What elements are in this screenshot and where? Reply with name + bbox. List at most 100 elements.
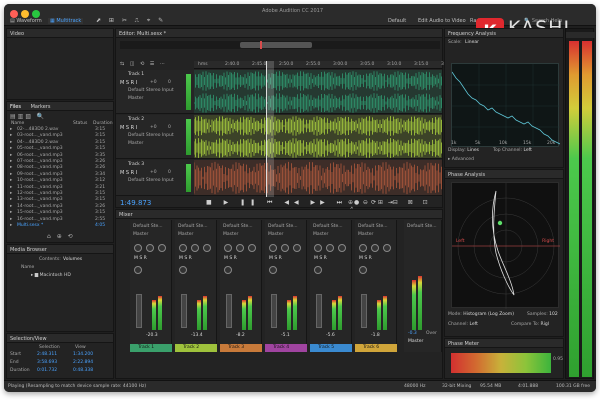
strip-mute-solo[interactable]: M S R (269, 256, 282, 261)
fader-handle[interactable] (316, 294, 322, 328)
pan-knob-icon[interactable] (314, 266, 322, 274)
col-name[interactable]: Name (11, 121, 24, 126)
col-duration[interactable]: Duration (93, 121, 113, 126)
track-pan[interactable]: 0 (168, 170, 171, 175)
effect-knob-icon[interactable] (203, 244, 211, 252)
file-row[interactable]: ▸ 15-root..._vand.mp3 3:15 (7, 210, 113, 216)
effect-knob-icon[interactable] (338, 244, 346, 252)
strip-input[interactable]: Default Ste... (133, 224, 163, 229)
strip-output[interactable]: Master (313, 232, 328, 237)
effect-knob-icon[interactable] (179, 244, 187, 252)
track-name[interactable]: Track 1 (128, 72, 144, 77)
effect-knob-icon[interactable] (158, 244, 166, 252)
file-row[interactable]: ▸ Multi.sesx * 4:05 (7, 223, 113, 229)
track-input[interactable]: Default Stereo Input (128, 133, 174, 138)
mixer-tab[interactable]: Mixer (116, 210, 442, 219)
advanced-toggle[interactable]: ▸ Advanced (448, 157, 474, 162)
strip-output[interactable]: Master (178, 232, 193, 237)
track-mute-solo-record[interactable]: M S R I (120, 125, 137, 131)
track-volume[interactable]: +0 (150, 170, 157, 175)
track-clip-3[interactable] (194, 160, 442, 196)
effect-knob-icon[interactable] (248, 244, 256, 252)
workspace-edit-audio-video[interactable]: Edit Audio to Video (418, 18, 466, 24)
effect-knob-icon[interactable] (326, 244, 334, 252)
tab-files[interactable]: Files (10, 104, 21, 110)
meter-clip-indicators[interactable] (566, 32, 595, 38)
sel-row-view[interactable]: 1:34.200 (73, 352, 93, 357)
sel-row-view[interactable]: 2:22.894 (73, 360, 93, 365)
strip-mute-solo[interactable]: M S R (314, 256, 327, 261)
scale-select[interactable]: Linear (465, 40, 479, 45)
pan-knob-icon[interactable] (359, 266, 367, 274)
effect-knob-icon[interactable] (314, 244, 322, 252)
compare-select[interactable]: Rigl (541, 322, 549, 327)
strip-output[interactable]: Master (268, 232, 283, 237)
files-bottom-icons[interactable]: ⌂ ⊕ ⟲ (47, 233, 75, 240)
sel-row-selection[interactable]: 0:01.732 (37, 368, 57, 373)
strip-output[interactable]: Master (358, 232, 373, 237)
strip-mute-solo[interactable]: M S R (179, 256, 192, 261)
playhead[interactable] (266, 61, 274, 197)
close-window-icon[interactable] (10, 10, 18, 18)
effect-knob-icon[interactable] (224, 244, 232, 252)
fader-handle[interactable] (226, 294, 232, 328)
track-tools-icons[interactable]: ⇆ ◫ ⟲ ☰ ⋯ (120, 61, 167, 67)
track-volume[interactable]: +0 (150, 125, 157, 130)
contents-select[interactable]: Volumes (63, 257, 82, 262)
track-clip-2[interactable] (194, 115, 442, 159)
pan-knob-icon[interactable] (269, 266, 277, 274)
strip-mute-solo[interactable]: M S R (134, 256, 147, 261)
sel-row-view[interactable]: 0:48.338 (73, 368, 93, 373)
minimize-window-icon[interactable] (21, 10, 29, 18)
file-row[interactable]: ▸ 04-...483D0 2.wav 3:15 (7, 140, 113, 146)
file-row[interactable]: ▸ 06-root..._vand.mp3 3:35 (7, 153, 113, 159)
effect-knob-icon[interactable] (293, 244, 301, 252)
effect-knob-icon[interactable] (146, 244, 154, 252)
strip-input[interactable]: Default Ste... (178, 224, 208, 229)
track-pan[interactable]: 0 (168, 125, 171, 130)
track-clip-1[interactable] (194, 70, 442, 114)
media-item[interactable]: ▸ ▆ Macintosh HD (31, 273, 71, 278)
file-row[interactable]: ▸ 14-root..._vand.mp3 3:26 (7, 204, 113, 210)
fader-handle[interactable] (361, 294, 367, 328)
track-volume[interactable]: +0 (150, 80, 157, 85)
strip-output[interactable]: Master (223, 232, 238, 237)
zoom-navigator[interactable] (120, 41, 440, 49)
sel-row-selection[interactable]: 3:58.693 (37, 360, 57, 365)
media-name-col[interactable]: Name (21, 265, 34, 270)
effect-knob-icon[interactable] (269, 244, 277, 252)
track-input[interactable]: Default Stereo Input (128, 178, 174, 183)
fader-handle[interactable] (181, 294, 187, 328)
effect-knob-icon[interactable] (236, 244, 244, 252)
workspace-default[interactable]: Default (388, 18, 406, 24)
tab-markers[interactable]: Markers (31, 104, 51, 110)
mode-select[interactable]: Histogram (Log Zoom) (463, 312, 514, 317)
file-row[interactable]: ▸ 03-root..._vand.mp3 3:15 (7, 133, 113, 139)
effect-knob-icon[interactable] (371, 244, 379, 252)
col-status[interactable]: Status (73, 121, 87, 126)
multitrack-tab[interactable]: ▦ Multitrack (48, 18, 84, 24)
track-header-3[interactable]: Track 3 M S R I +0 0 Default Stereo Input (116, 160, 194, 196)
strip-output[interactable]: Master (133, 232, 148, 237)
track-mute-solo-record[interactable]: M S R I (120, 170, 137, 176)
file-row[interactable]: ▸ 11-root..._vand.mp3 3:21 (7, 185, 113, 191)
file-row[interactable]: ▸ 10-root..._vand.mp3 3:12 (7, 178, 113, 184)
channel-select[interactable]: Left (469, 322, 477, 327)
file-row[interactable]: ▸ 16-root..._vand.mp3 2:55 (7, 217, 113, 223)
track-input[interactable]: Default Stereo Input (128, 88, 174, 93)
track-output[interactable]: Master (128, 96, 143, 101)
effect-knob-icon[interactable] (359, 244, 367, 252)
strip-mute-solo[interactable]: M S R (359, 256, 372, 261)
sel-row-selection[interactable]: 2:48.311 (37, 352, 57, 357)
tool-icons[interactable]: ⬈ ⊞ ✂ ⎍ ⌖ ✎ (96, 17, 166, 25)
strip-input[interactable]: Default Ste... (268, 224, 298, 229)
master-input[interactable]: Default Ste... (407, 224, 437, 229)
track-name[interactable]: Track 2 (128, 117, 144, 122)
effect-knob-icon[interactable] (134, 244, 142, 252)
track-header-2[interactable]: Track 2 M S R I +0 0 Default Stereo Input Mas… (116, 115, 194, 159)
effect-knob-icon[interactable] (281, 244, 289, 252)
strip-input[interactable]: Default Ste... (358, 224, 388, 229)
file-row[interactable]: ▸ 05-root..._vand.mp3 3:15 (7, 146, 113, 152)
effect-knob-icon[interactable] (383, 244, 391, 252)
fader-handle[interactable] (136, 294, 142, 328)
